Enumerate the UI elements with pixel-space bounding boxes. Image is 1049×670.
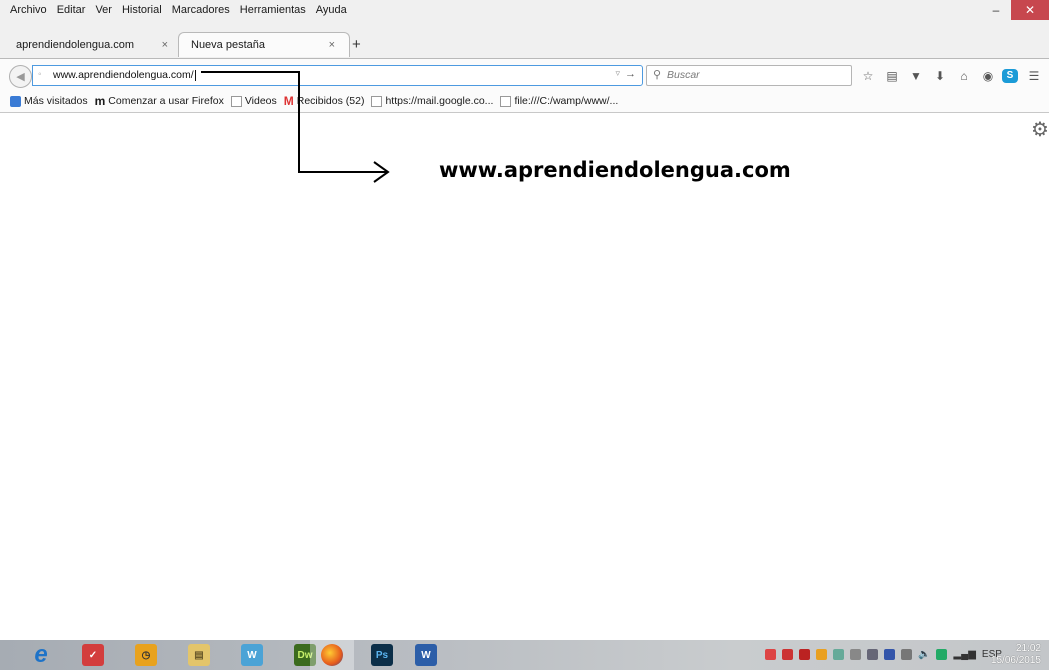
firefox-logo bbox=[321, 644, 343, 666]
tray-app-icon[interactable] bbox=[867, 649, 878, 660]
photoshop-icon[interactable]: Ps bbox=[371, 644, 393, 666]
annotation-label: www.aprendiendolengua.com bbox=[439, 158, 791, 182]
tray-app-icon[interactable] bbox=[901, 649, 912, 660]
taskbar: e ✓ ◷ ▤ W Dw Ps W 🔈 ▂▄▆ ESP 21:02 15/06/… bbox=[0, 640, 1049, 670]
volume-icon[interactable]: 🔈 bbox=[918, 649, 930, 660]
firefox-icon[interactable] bbox=[310, 640, 354, 670]
word-alt-icon[interactable]: W bbox=[241, 644, 263, 666]
tray-app-icon[interactable] bbox=[850, 649, 861, 660]
system-tray: 🔈 ▂▄▆ ESP bbox=[765, 649, 1002, 660]
file-explorer-icon[interactable]: ▤ bbox=[188, 644, 210, 666]
tray-app-icon[interactable] bbox=[884, 649, 895, 660]
annotation-arrow bbox=[201, 71, 390, 183]
dashboard-icon[interactable]: ◷ bbox=[135, 644, 157, 666]
clock-date: 15/06/2015 bbox=[990, 655, 1041, 666]
word-icon[interactable]: W bbox=[415, 644, 437, 666]
internet-explorer-icon[interactable]: e bbox=[30, 641, 52, 668]
tray-app-icon[interactable] bbox=[833, 649, 844, 660]
tray-app-icon[interactable] bbox=[765, 649, 776, 660]
network-icon[interactable] bbox=[936, 649, 948, 660]
tray-app-icon[interactable] bbox=[816, 649, 827, 660]
clock-time: 21:02 bbox=[1015, 643, 1041, 654]
tray-app-icon[interactable] bbox=[782, 649, 793, 660]
signal-icon[interactable]: ▂▄▆ bbox=[953, 649, 975, 660]
pdf-icon[interactable] bbox=[799, 649, 810, 660]
taskbar-clock[interactable]: 21:02 15/06/2015 bbox=[991, 643, 1041, 667]
todoist-icon[interactable]: ✓ bbox=[82, 644, 104, 666]
